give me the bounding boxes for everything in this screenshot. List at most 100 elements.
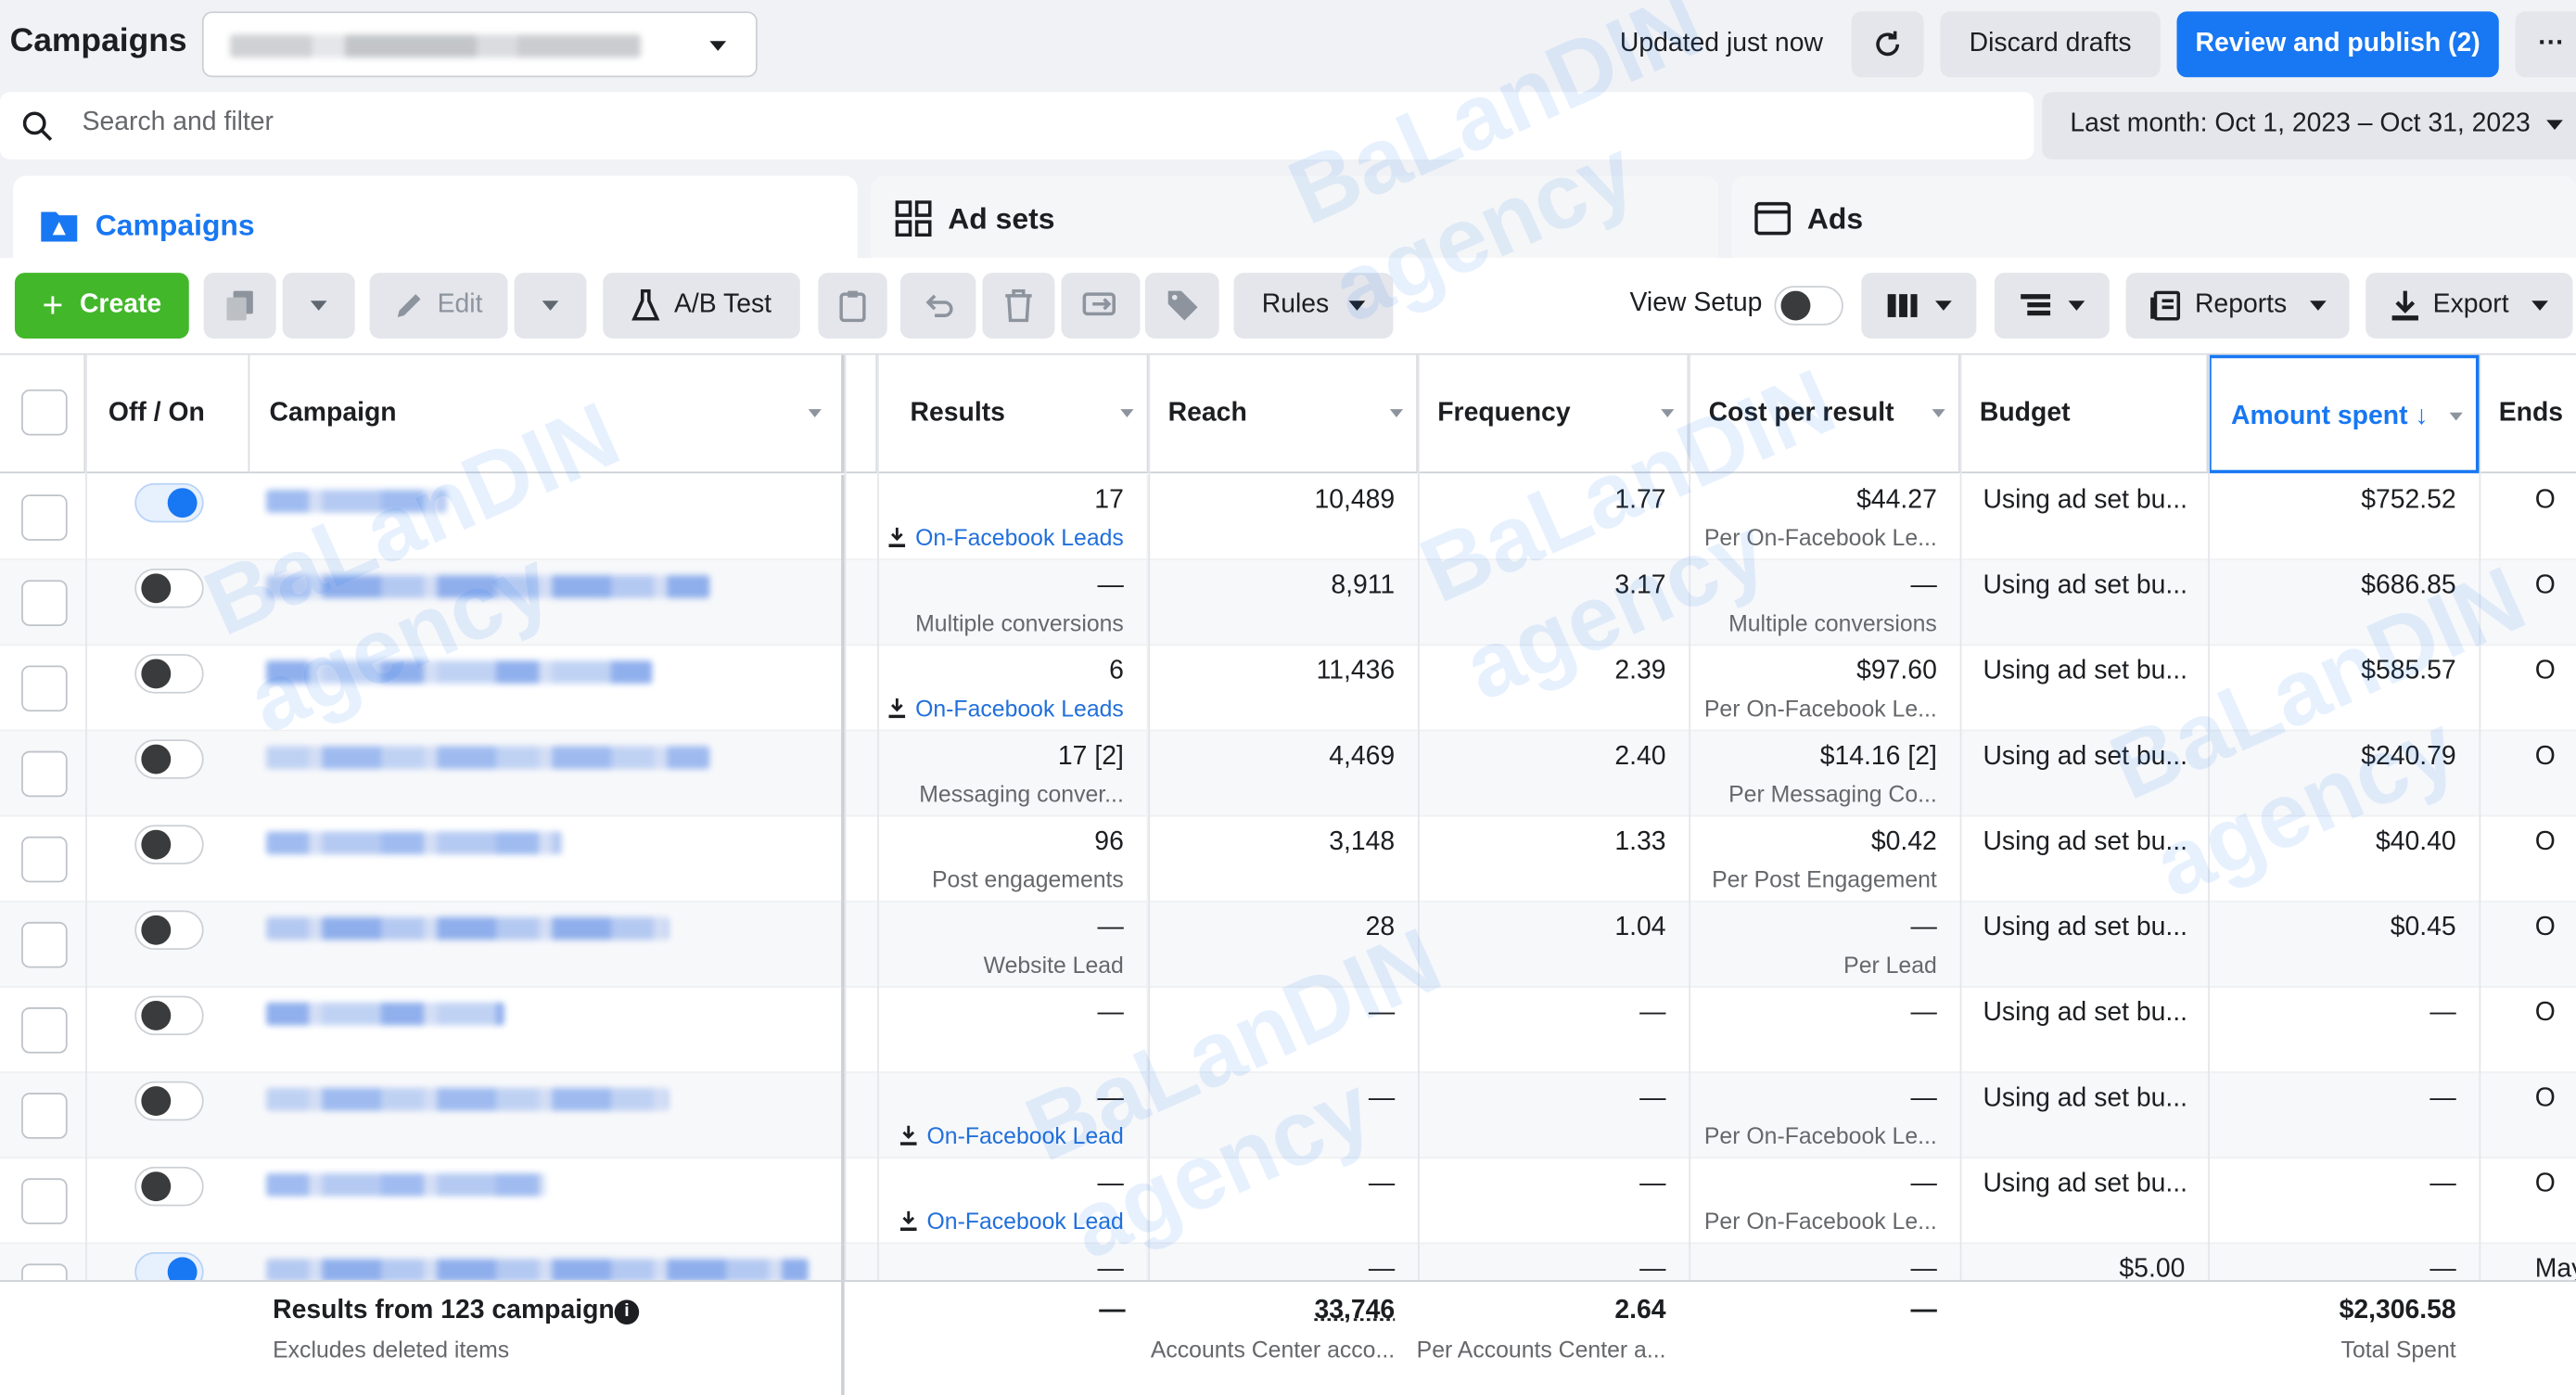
campaign-toggle[interactable] xyxy=(134,1166,204,1207)
results-type[interactable]: On-Facebook Leads xyxy=(888,524,1124,551)
account-selector[interactable] xyxy=(201,11,758,78)
ends-value: O xyxy=(2534,1170,2556,1198)
campaign-name-cell[interactable] xyxy=(249,902,845,988)
ends-cell: O xyxy=(2479,1158,2576,1244)
column-divider xyxy=(1148,354,1151,1395)
row-checkbox[interactable] xyxy=(21,836,68,883)
campaign-toggle[interactable] xyxy=(134,995,204,1036)
amount-spent-value: $585.57 xyxy=(2361,657,2456,685)
table-row[interactable]: 17 On-Facebook Leads 10,489 1.77 $44.27 Per O… xyxy=(0,475,2576,561)
row-checkbox[interactable] xyxy=(21,580,68,627)
export-button[interactable]: Export xyxy=(2366,273,2573,339)
col-ends[interactable]: Ends xyxy=(2479,355,2576,474)
row-checkbox[interactable] xyxy=(21,494,68,541)
row-checkbox[interactable] xyxy=(21,665,68,712)
col-campaign[interactable]: Campaign xyxy=(249,354,845,474)
discard-drafts-button[interactable]: Discard drafts xyxy=(1940,11,2161,78)
frequency-cell: 2.40 xyxy=(1418,731,1689,816)
edit-dropdown[interactable] xyxy=(514,273,587,339)
duplicate-dropdown[interactable] xyxy=(282,273,355,339)
campaign-name-cell[interactable] xyxy=(249,1158,845,1245)
campaign-toggle[interactable] xyxy=(134,569,204,608)
row-checkbox[interactable] xyxy=(21,1007,68,1054)
results-cell: 96 Post engagements xyxy=(877,816,1149,902)
search-bar[interactable] xyxy=(0,92,2034,160)
date-range-picker[interactable]: Last month: Oct 1, 2023 – Oct 31, 2023 xyxy=(2042,92,2576,160)
row-checkbox[interactable] xyxy=(21,750,68,798)
table-row[interactable]: — Website Lead 28 1.04 — Per Lead Using ad set… xyxy=(0,902,2576,988)
campaign-toggle[interactable] xyxy=(134,910,204,951)
table-row[interactable]: — — — — Using ad set bu... — O xyxy=(0,987,2576,1073)
results-type-label: On-Facebook Leads xyxy=(915,695,1124,722)
results-value: 17 [2] xyxy=(1057,742,1124,771)
budget-value: Using ad set bu... xyxy=(1983,827,2188,857)
results-type-label: Post engagements xyxy=(931,865,1124,893)
campaign-name-cell[interactable] xyxy=(249,731,845,817)
row-checkbox[interactable] xyxy=(21,1178,68,1224)
budget-value: Using ad set bu... xyxy=(1983,486,2188,515)
row-checkbox[interactable] xyxy=(21,921,68,968)
columns-button[interactable] xyxy=(1861,273,1977,339)
search-input[interactable] xyxy=(82,108,1562,138)
tab-ad-sets[interactable]: Ad sets xyxy=(871,175,1719,262)
rules-button[interactable]: Rules xyxy=(1233,273,1394,339)
campaign-name-cell[interactable] xyxy=(249,987,845,1073)
col-off-on[interactable]: Off / On xyxy=(85,354,250,474)
campaign-name-cell[interactable] xyxy=(249,646,845,732)
table-row[interactable]: 17 [2] Messaging conver... 4,469 2.40 $14.16… xyxy=(0,731,2576,817)
info-icon[interactable]: i xyxy=(614,1299,640,1325)
delete-button[interactable] xyxy=(982,273,1055,339)
col-budget[interactable]: Budget xyxy=(1959,354,2209,474)
campaign-name-cell[interactable] xyxy=(249,475,845,561)
results-type[interactable]: On-Facebook Lead xyxy=(900,1208,1124,1235)
duplicate-button[interactable] xyxy=(203,273,276,339)
results-value: 17 xyxy=(1094,486,1124,515)
col-results[interactable]: Results xyxy=(877,354,1149,474)
campaign-toggle[interactable] xyxy=(134,1081,204,1121)
tag-button[interactable] xyxy=(1144,273,1219,339)
campaign-toggle[interactable] xyxy=(134,825,204,864)
ends-value: O xyxy=(2534,657,2556,685)
campaign-name-redacted xyxy=(266,575,710,598)
col-reach[interactable]: Reach xyxy=(1148,354,1418,474)
budget-cell: Using ad set bu... xyxy=(1960,646,2209,731)
row-checkbox[interactable] xyxy=(21,1093,68,1139)
share-button[interactable] xyxy=(1061,273,1141,339)
table-row[interactable]: — On-Facebook Lead — — — Per On-Facebook Le..… xyxy=(0,1158,2576,1245)
table-row[interactable]: — Multiple conversions 8,911 3.17 — Multiple … xyxy=(0,560,2576,646)
tab-ads[interactable]: Ads xyxy=(1731,175,2576,262)
reach-value: 11,436 xyxy=(1316,657,1396,685)
select-all-checkbox[interactable] xyxy=(21,389,68,436)
frequency-value: 3.17 xyxy=(1614,571,1666,600)
view-setup-toggle[interactable] xyxy=(1774,286,1843,326)
col-frequency[interactable]: Frequency xyxy=(1417,354,1690,474)
breakdown-button[interactable] xyxy=(1994,273,2110,339)
more-button[interactable]: ··· xyxy=(2515,11,2576,78)
toolbar: + Create Edit A/B Test Rules View Setup … xyxy=(0,258,2576,353)
create-button[interactable]: + Create xyxy=(14,273,189,339)
campaign-name-cell[interactable] xyxy=(249,1072,845,1159)
review-publish-button[interactable]: Review and publish (2) xyxy=(2176,11,2499,78)
table-row[interactable]: — On-Facebook Lead — — — Per On-Facebook Le..… xyxy=(0,1072,2576,1159)
table-row[interactable]: 6 On-Facebook Leads 11,436 2.39 $97.60 Per On… xyxy=(0,646,2576,732)
campaign-name-cell[interactable] xyxy=(249,816,845,902)
col-cost-per-result[interactable]: Cost per result xyxy=(1689,354,1960,474)
undo-button[interactable] xyxy=(899,273,976,339)
ab-test-button[interactable]: A/B Test xyxy=(603,273,800,339)
results-cell: — Multiple conversions xyxy=(877,560,1149,646)
campaign-name-cell[interactable] xyxy=(249,560,845,646)
ends-cell: O xyxy=(2479,731,2576,816)
campaign-toggle[interactable] xyxy=(134,654,204,694)
refresh-button[interactable] xyxy=(1851,11,1924,78)
frequency-cell: — xyxy=(1418,988,1689,1073)
campaign-toggle[interactable] xyxy=(134,482,204,523)
cost-cell: $14.16 [2] Per Messaging Co... xyxy=(1689,731,1959,816)
campaign-toggle[interactable] xyxy=(134,739,204,779)
col-amount-spent[interactable]: Amount spent ↓ xyxy=(2208,354,2480,474)
results-type[interactable]: On-Facebook Lead xyxy=(900,1122,1124,1148)
results-type[interactable]: On-Facebook Leads xyxy=(888,695,1124,722)
table-row[interactable]: 96 Post engagements 3,148 1.33 $0.42 Per Post… xyxy=(0,816,2576,902)
clipboard-button[interactable] xyxy=(818,273,887,339)
reports-button[interactable]: Reports xyxy=(2125,273,2350,339)
edit-button[interactable]: Edit xyxy=(369,273,508,339)
